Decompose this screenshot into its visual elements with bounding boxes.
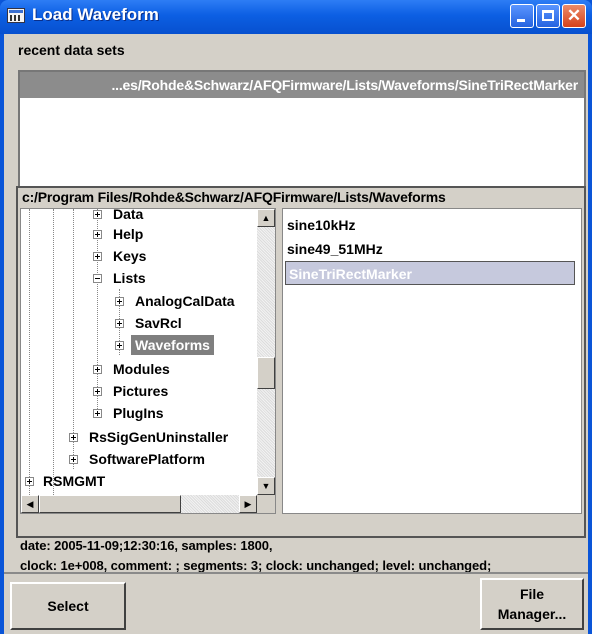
expand-icon[interactable] bbox=[93, 409, 102, 418]
expand-icon[interactable] bbox=[93, 387, 102, 396]
expand-icon[interactable] bbox=[93, 365, 102, 374]
tree-line bbox=[29, 209, 30, 495]
expand-icon[interactable] bbox=[93, 252, 102, 261]
expand-icon[interactable] bbox=[115, 319, 124, 328]
expand-icon[interactable] bbox=[115, 297, 124, 306]
expand-icon[interactable] bbox=[93, 210, 102, 219]
scroll-right-button[interactable]: ▶ bbox=[239, 495, 257, 513]
minimize-button[interactable] bbox=[510, 4, 534, 28]
window-title: Load Waveform bbox=[32, 5, 159, 24]
title-bar[interactable]: Load Waveform ✕ bbox=[0, 0, 592, 34]
scroll-left-button[interactable]: ◀ bbox=[21, 495, 39, 513]
tree-line bbox=[53, 209, 54, 495]
maximize-button[interactable] bbox=[536, 4, 560, 28]
current-path: c:/Program Files/Rohde&Schwarz/AFQFirmwa… bbox=[22, 189, 446, 205]
scroll-thumb-horizontal[interactable] bbox=[39, 495, 181, 513]
expand-icon[interactable] bbox=[25, 477, 34, 486]
file-info-line-1: date: 2005-11-09;12:30:16, samples: 1800… bbox=[20, 538, 273, 553]
scroll-down-button[interactable]: ▼ bbox=[257, 477, 275, 495]
scroll-corner bbox=[257, 495, 275, 513]
directory-tree[interactable]: Data Help Keys Lists AnalogCalData SavRc… bbox=[20, 208, 276, 514]
select-button[interactable]: Select bbox=[10, 582, 126, 630]
file-list[interactable]: sine10kHz sine49_51MHz SineTriRectMarker bbox=[282, 208, 582, 514]
tree-line bbox=[97, 209, 98, 413]
scroll-up-button[interactable]: ▲ bbox=[257, 209, 275, 227]
dialog-body: recent data sets ...es/Rohde&Schwarz/AFQ… bbox=[4, 34, 588, 634]
expand-icon[interactable] bbox=[115, 341, 124, 350]
recent-item[interactable]: ...es/Rohde&Schwarz/AFQFirmware/Lists/Wa… bbox=[20, 72, 584, 98]
load-waveform-window: Load Waveform ✕ recent data sets ...es/R… bbox=[0, 0, 592, 634]
file-manager-label-line2: Manager... bbox=[497, 606, 567, 622]
file-info-line-2: clock: 1e+008, comment: ; segments: 3; c… bbox=[20, 558, 492, 573]
tree-vertical-scrollbar[interactable]: ▲ ▼ bbox=[257, 209, 275, 495]
collapse-icon[interactable] bbox=[93, 274, 102, 283]
recent-data-sets-label: recent data sets bbox=[18, 42, 125, 58]
file-browser: c:/Program Files/Rohde&Schwarz/AFQFirmwa… bbox=[16, 186, 586, 538]
file-item[interactable]: sine49_51MHz bbox=[287, 237, 383, 261]
selected-folder[interactable]: Waveforms bbox=[131, 335, 214, 355]
close-icon: ✕ bbox=[566, 6, 582, 25]
file-manager-button[interactable]: File Manager... bbox=[480, 578, 584, 630]
file-item-selected[interactable]: SineTriRectMarker bbox=[285, 261, 575, 285]
close-button[interactable]: ✕ bbox=[562, 4, 586, 28]
scroll-thumb[interactable] bbox=[257, 357, 275, 389]
file-item[interactable]: sine10kHz bbox=[287, 213, 355, 237]
expand-icon[interactable] bbox=[69, 433, 78, 442]
button-bar: Select File Manager... bbox=[4, 572, 588, 634]
tree-horizontal-scrollbar[interactable]: ◀ ▶ bbox=[21, 495, 257, 513]
expand-icon[interactable] bbox=[93, 230, 102, 239]
tree-line bbox=[73, 209, 74, 469]
file-manager-label-line1: File bbox=[519, 586, 545, 602]
expand-icon[interactable] bbox=[69, 455, 78, 464]
app-icon bbox=[7, 8, 25, 23]
recent-data-sets-list[interactable]: ...es/Rohde&Schwarz/AFQFirmware/Lists/Wa… bbox=[18, 70, 586, 202]
